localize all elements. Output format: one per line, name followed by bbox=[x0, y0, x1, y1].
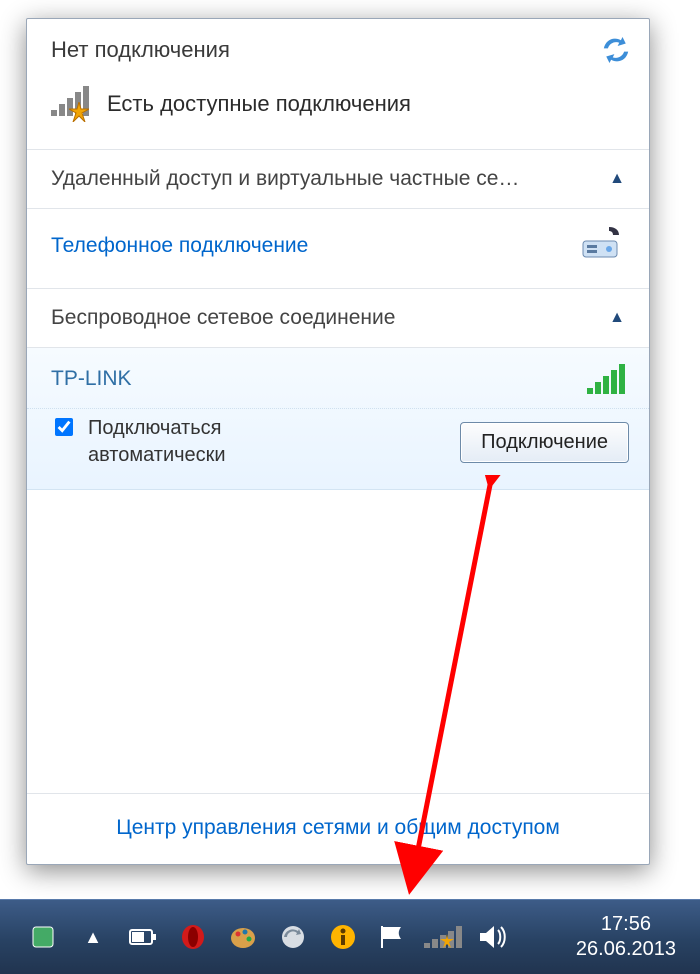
connect-automatically-checkbox[interactable] bbox=[55, 418, 73, 436]
dialup-connection-label: Телефонное подключение bbox=[51, 234, 308, 258]
connect-automatically[interactable]: Подключаться автоматически bbox=[51, 415, 268, 469]
connect-automatically-label: Подключаться автоматически bbox=[88, 415, 268, 469]
tray-opera-icon[interactable] bbox=[178, 922, 208, 952]
flyout-empty-area bbox=[27, 490, 649, 793]
connect-button[interactable]: Подключение bbox=[460, 422, 629, 463]
tray-chevron-up-icon[interactable]: ▲ bbox=[78, 922, 108, 952]
taskbar-time: 17:56 bbox=[576, 912, 676, 937]
network-flyout: Нет подключения Есть доступные подключен… bbox=[26, 18, 650, 865]
system-tray: ▲ bbox=[0, 922, 508, 952]
wireless-group-label: Беспроводное сетевое соединение bbox=[51, 306, 395, 330]
chevron-up-icon: ▲ bbox=[609, 309, 625, 327]
connection-status-title: Нет подключения bbox=[51, 37, 230, 63]
available-connections-row: Есть доступные подключения bbox=[27, 72, 649, 149]
wifi-network-item[interactable]: TP-LINK Подключаться автоматически Подкл… bbox=[27, 347, 649, 490]
tray-network-icon[interactable] bbox=[428, 922, 458, 952]
tray-sync-icon[interactable] bbox=[278, 922, 308, 952]
tray-palette-icon[interactable] bbox=[228, 922, 258, 952]
wireless-group-header[interactable]: Беспроводное сетевое соединение ▲ bbox=[27, 288, 649, 347]
available-connections-label: Есть доступные подключения bbox=[107, 91, 411, 117]
refresh-icon[interactable] bbox=[603, 37, 629, 68]
dialup-vpn-group-header[interactable]: Удаленный доступ и виртуальные частные с… bbox=[27, 149, 649, 208]
tray-info-icon[interactable] bbox=[328, 922, 358, 952]
flyout-footer: Центр управления сетями и общим доступом bbox=[27, 793, 649, 864]
taskbar-clock[interactable]: 17:56 26.06.2013 bbox=[558, 906, 700, 968]
tray-volume-icon[interactable] bbox=[478, 922, 508, 952]
flyout-header: Нет подключения bbox=[27, 19, 649, 72]
signal-strength-icon bbox=[587, 364, 625, 394]
network-sharing-center-link[interactable]: Центр управления сетями и общим доступом bbox=[116, 816, 560, 839]
dialup-connection-item[interactable]: Телефонное подключение bbox=[27, 208, 649, 288]
taskbar-date: 26.06.2013 bbox=[576, 937, 676, 962]
signal-available-icon bbox=[51, 86, 89, 121]
wifi-ssid: TP-LINK bbox=[51, 367, 132, 391]
dialup-vpn-group-label: Удаленный доступ и виртуальные частные с… bbox=[51, 167, 519, 191]
chevron-up-icon: ▲ bbox=[609, 170, 625, 188]
tray-app-icon[interactable] bbox=[28, 922, 58, 952]
taskbar: ▲ 17:56 26.06.2013 bbox=[0, 899, 700, 974]
tray-power-icon[interactable] bbox=[128, 922, 158, 952]
modem-icon bbox=[579, 223, 625, 268]
tray-flag-icon[interactable] bbox=[378, 922, 408, 952]
